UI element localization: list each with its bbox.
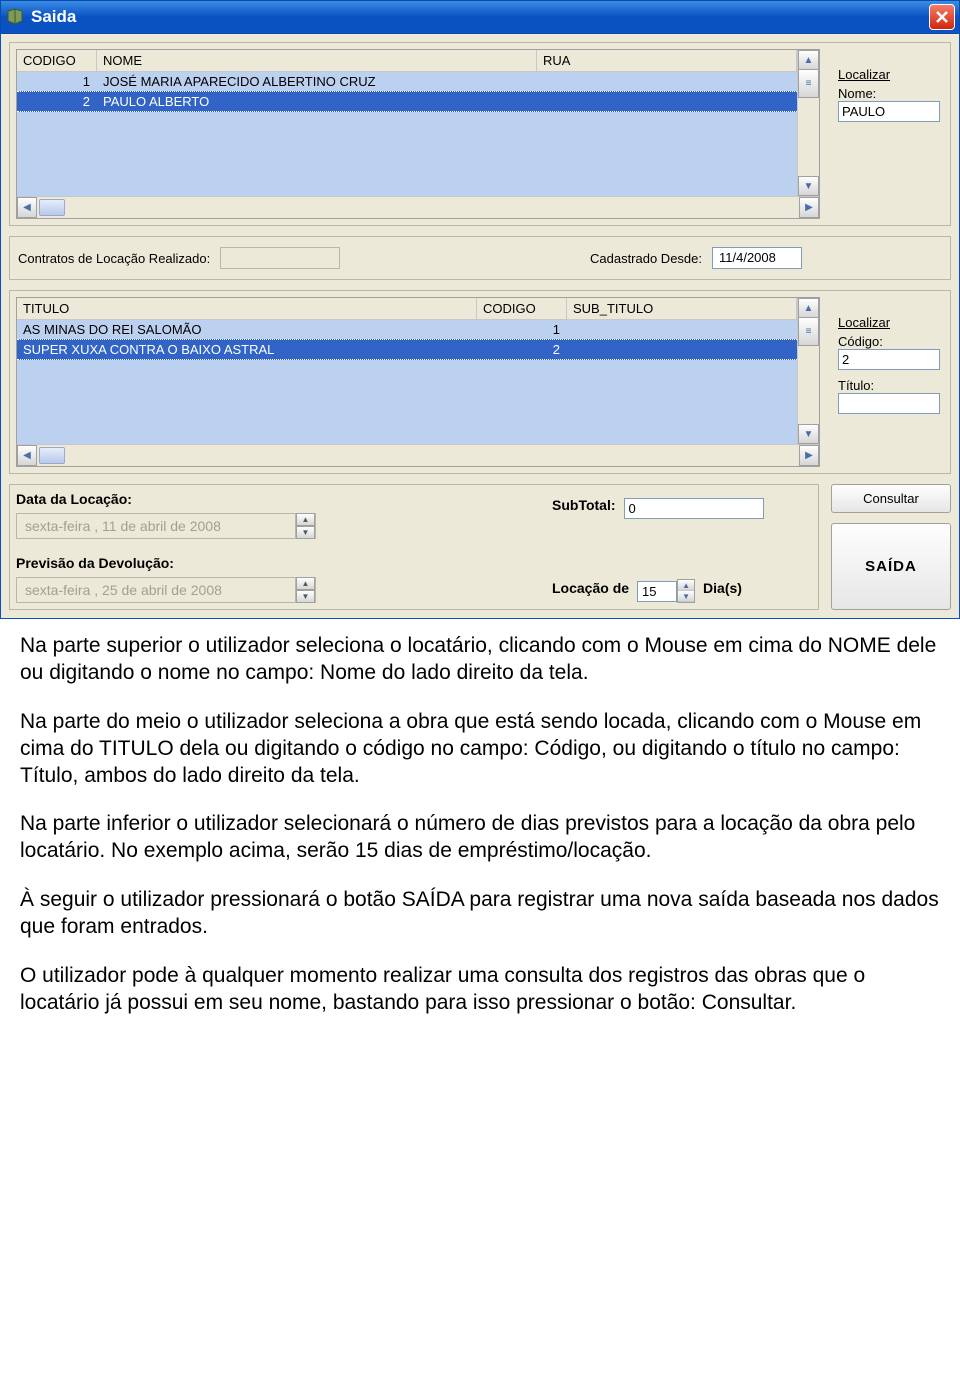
contratos-value (220, 247, 340, 269)
app-icon (5, 7, 25, 27)
dias-label: Dia(s) (703, 580, 742, 596)
titles-grid[interactable]: TITULO CODIGO SUB_TITULO AS MINAS DO REI… (16, 297, 820, 467)
scroll-up-icon[interactable]: ▲ (798, 50, 819, 70)
scroll-right-icon[interactable]: ▶ (799, 197, 819, 218)
col-codigo: CODIGO (17, 50, 97, 71)
customers-vscroll[interactable]: ▲ ≡ ▼ (797, 50, 819, 196)
scroll-thumb[interactable]: ≡ (798, 318, 819, 346)
up-icon[interactable]: ▲ (678, 580, 694, 591)
dates-panel: Data da Locação: sexta-feira , 11 de abr… (9, 484, 819, 610)
titles-vscroll[interactable]: ▲ ≡ ▼ (797, 298, 819, 444)
scroll-left-icon[interactable]: ◀ (17, 445, 37, 466)
previsao-field[interactable]: sexta-feira , 25 de abril de 2008 ▲▼ (16, 577, 316, 603)
client-area: CODIGO NOME RUA 1 JOSÉ MARIA APARECIDO A… (0, 34, 960, 619)
titles-row[interactable]: AS MINAS DO REI SALOMÃO 1 (17, 320, 797, 339)
scroll-left-icon[interactable]: ◀ (17, 197, 37, 218)
localizar-link-2[interactable]: Localizar (838, 315, 890, 330)
titles-hscroll[interactable]: ◀ ▶ (17, 444, 819, 466)
date-spinner[interactable]: ▲▼ (295, 577, 315, 603)
col-rua: RUA (537, 50, 797, 71)
col-codigo2: CODIGO (477, 298, 567, 319)
scroll-thumb[interactable] (39, 199, 65, 216)
customers-row-selected[interactable]: 2 PAULO ALBERTO (17, 91, 797, 112)
scroll-down-icon[interactable]: ▼ (798, 424, 819, 444)
nome-label: Nome: (838, 86, 940, 101)
customers-hscroll[interactable]: ◀ ▶ (17, 196, 819, 218)
cadastrado-value: 11/4/2008 (712, 247, 802, 269)
titulo-input[interactable] (838, 393, 940, 414)
customers-grid-header: CODIGO NOME RUA (17, 50, 797, 72)
info-panel: Contratos de Locação Realizado: Cadastra… (9, 236, 951, 280)
nome-input[interactable] (838, 101, 940, 122)
dias-stepper[interactable]: ▲▼ (637, 579, 695, 603)
instruction-text: Na parte superior o utilizador seleciona… (0, 619, 960, 1069)
titles-panel: TITULO CODIGO SUB_TITULO AS MINAS DO REI… (9, 290, 951, 474)
paragraph: O utilizador pode à qualquer momento rea… (20, 963, 940, 1017)
localizar-link[interactable]: Localizar (838, 67, 890, 82)
scroll-thumb[interactable] (39, 447, 65, 464)
codigo-label: Código: (838, 334, 940, 349)
scroll-down-icon[interactable]: ▼ (798, 176, 819, 196)
paragraph: Na parte do meio o utilizador seleciona … (20, 709, 940, 790)
subtotal-column: SubTotal: Locação de ▲▼ Dia(s) (552, 491, 812, 603)
subtotal-label: SubTotal: (552, 497, 616, 513)
customers-row[interactable]: 1 JOSÉ MARIA APARECIDO ALBERTINO CRUZ (17, 72, 797, 91)
scroll-thumb[interactable]: ≡ (798, 70, 819, 98)
data-locacao-label: Data da Locação: (16, 491, 532, 507)
titles-search: Localizar Código: Título: (834, 297, 944, 467)
paragraph: Na parte superior o utilizador seleciona… (20, 633, 940, 687)
cadastrado-label: Cadastrado Desde: (590, 251, 702, 266)
subtotal-input[interactable] (624, 498, 764, 519)
col-subtitulo: SUB_TITULO (567, 298, 797, 319)
previsao-value: sexta-feira , 25 de abril de 2008 (17, 578, 295, 602)
locacao-de-label: Locação de (552, 580, 629, 596)
customers-search: Localizar Nome: (834, 49, 944, 219)
paragraph: À seguir o utilizador pressionará o botã… (20, 887, 940, 941)
customers-panel: CODIGO NOME RUA 1 JOSÉ MARIA APARECIDO A… (9, 42, 951, 226)
window-titlebar: Saida (0, 0, 960, 34)
date-spinner[interactable]: ▲▼ (295, 513, 315, 539)
close-button[interactable] (929, 4, 955, 30)
consultar-button[interactable]: Consultar (831, 484, 951, 513)
previsao-label: Previsão da Devolução: (16, 555, 532, 571)
contratos-label: Contratos de Locação Realizado: (18, 251, 210, 266)
window-title: Saida (31, 7, 76, 27)
customers-grid[interactable]: CODIGO NOME RUA 1 JOSÉ MARIA APARECIDO A… (16, 49, 820, 219)
titles-grid-header: TITULO CODIGO SUB_TITULO (17, 298, 797, 320)
dias-input[interactable] (637, 581, 677, 602)
saida-button[interactable]: SAÍDA (831, 523, 951, 610)
scroll-up-icon[interactable]: ▲ (798, 298, 819, 318)
codigo-input[interactable] (838, 349, 940, 370)
data-locacao-value: sexta-feira , 11 de abril de 2008 (17, 514, 295, 538)
titles-row-selected[interactable]: SUPER XUXA CONTRA O BAIXO ASTRAL 2 (17, 339, 797, 360)
down-icon[interactable]: ▼ (678, 591, 694, 602)
scroll-right-icon[interactable]: ▶ (799, 445, 819, 466)
col-nome: NOME (97, 50, 537, 71)
paragraph: Na parte inferior o utilizador seleciona… (20, 811, 940, 865)
titulo-label: Título: (838, 378, 940, 393)
col-titulo: TITULO (17, 298, 477, 319)
data-locacao-field[interactable]: sexta-feira , 11 de abril de 2008 ▲▼ (16, 513, 316, 539)
action-buttons: Consultar SAÍDA (831, 484, 951, 610)
